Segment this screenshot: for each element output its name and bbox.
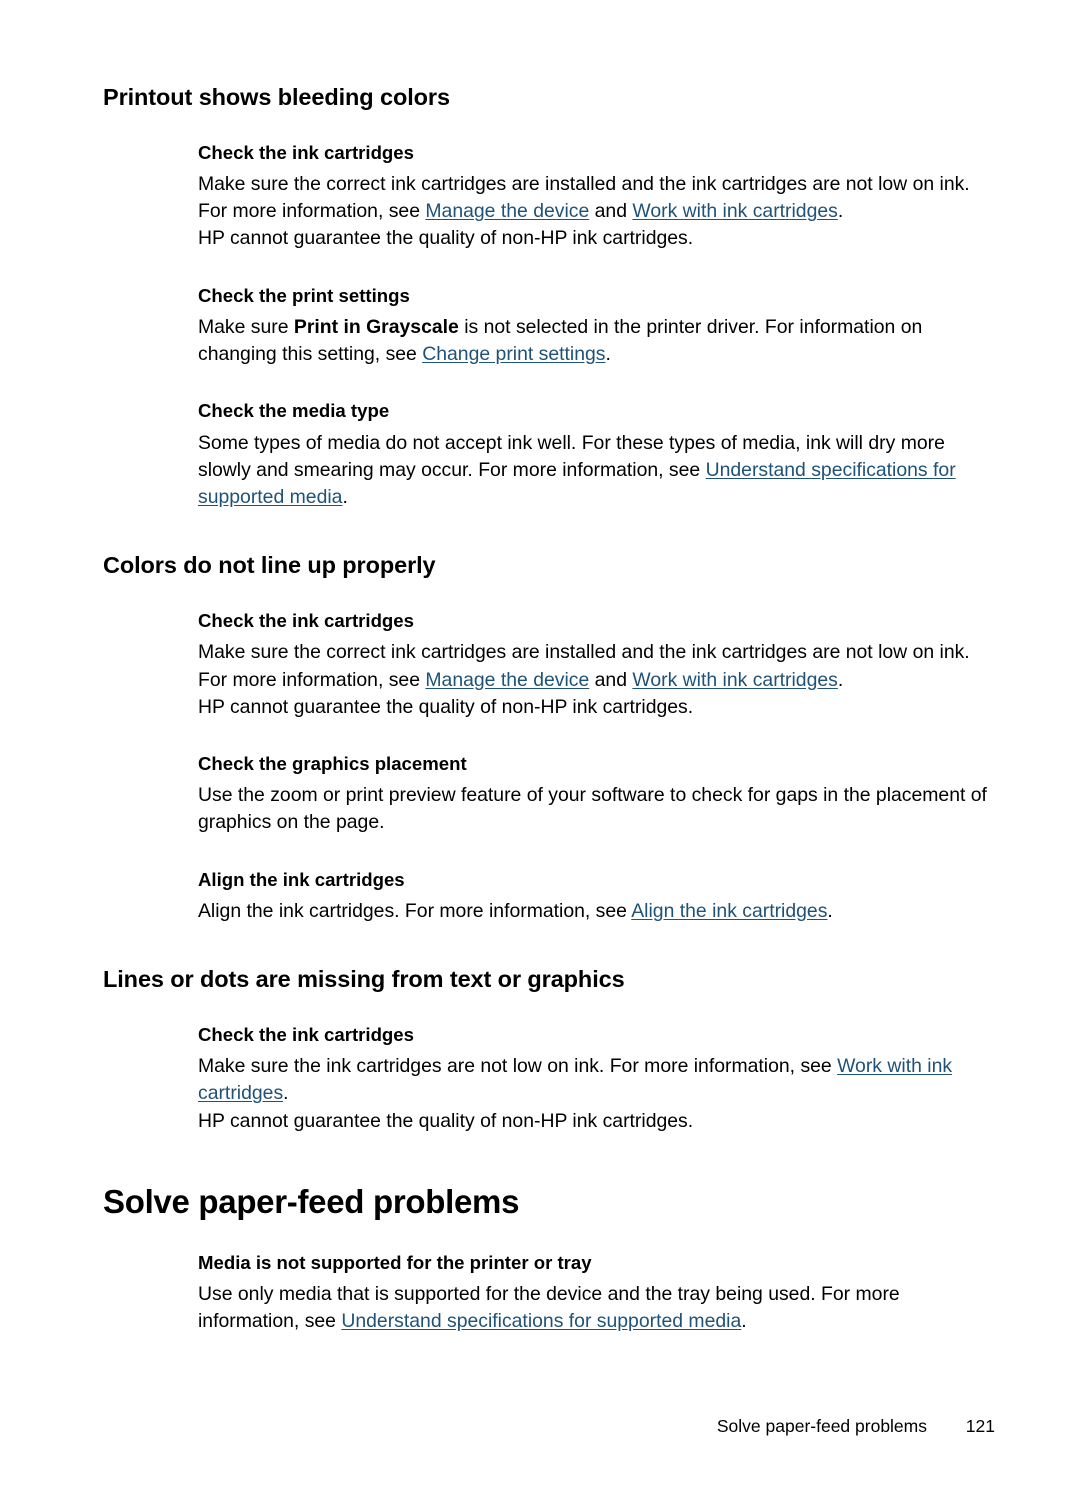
subheading-spacer: [198, 307, 993, 314]
subheading-spacer: [198, 423, 993, 430]
subheading-spacer: [198, 164, 993, 171]
subheading-media-is-not-supported: Media is not supported for the printer o…: [198, 1251, 592, 1273]
paragraph: HP cannot guarantee the quality of non-H…: [198, 225, 993, 252]
text-run: .: [605, 343, 611, 366]
section-body-solve-paper-feed-problems: Media is not supported for the printer o…: [198, 1222, 993, 1336]
text-run: HP cannot guarantee the quality of non-H…: [198, 695, 694, 718]
subheading-spacer: [198, 775, 993, 782]
cross-reference-link[interactable]: Manage the device: [425, 200, 589, 222]
page-footer: Solve paper-feed problems 121: [0, 1416, 1080, 1437]
subheading-check-the-ink-cartridges: Check the ink cartridges: [198, 141, 414, 163]
paragraph: Align the ink cartridges. For more infor…: [198, 898, 993, 925]
paragraph: Some types of media do not accept ink we…: [198, 430, 993, 512]
text-run: .: [342, 486, 348, 509]
subheading-align-the-ink-cartridges: Align the ink cartridges: [198, 868, 405, 890]
text-run: .: [283, 1082, 289, 1105]
document-page: Printout shows bleeding colors Check the …: [0, 0, 1080, 1495]
section-heading-solve-paper-feed-problems: Solve paper-feed problems: [103, 1182, 520, 1220]
paragraph: Use the zoom or print preview feature of…: [198, 782, 993, 836]
section-heading-colors-do-not-line-up-properly: Colors do not line up properly: [103, 552, 436, 579]
footer-page-number: 121: [965, 1416, 995, 1436]
paragraph: Use only media that is supported for the…: [198, 1281, 993, 1335]
section-body-lines-or-dots-are-missing: Check the ink cartridges Make sure the in…: [198, 994, 993, 1135]
cross-reference-link[interactable]: Understand specifications for supported …: [341, 1310, 741, 1332]
text-run: HP cannot guarantee the quality of non-H…: [198, 1109, 694, 1132]
cross-reference-link[interactable]: Work with ink cartridges: [632, 669, 837, 691]
subheading-spacer: [198, 1046, 993, 1053]
subheading-spacer: [198, 632, 993, 639]
text-run: Align the ink cartridges. For more infor…: [198, 899, 632, 922]
subheading-check-the-ink-cartridges-3: Check the ink cartridges: [198, 1023, 414, 1045]
paragraph: HP cannot guarantee the quality of non-H…: [198, 1108, 993, 1135]
footer-section-label: Solve paper-feed problems: [716, 1416, 927, 1436]
paragraph: Make sure the ink cartridges are not low…: [198, 1053, 993, 1107]
text-run: and: [589, 200, 633, 223]
text-run: .: [837, 200, 844, 223]
section-heading-lines-or-dots-are-missing: Lines or dots are missing from text or g…: [103, 966, 625, 993]
text-run: .: [741, 1310, 747, 1333]
cross-reference-link[interactable]: Change print settings: [422, 343, 605, 365]
text-run: HP cannot guarantee the quality of non-H…: [198, 227, 694, 250]
section-body-printout-shows-bleeding-colors: Check the ink cartridges Make sure the co…: [198, 112, 993, 512]
paragraph: Make sure the correct ink cartridges are…: [198, 171, 993, 225]
subheading-check-the-ink-cartridges-2: Check the ink cartridges: [198, 610, 414, 631]
text-run: .: [837, 668, 844, 691]
emphasis-text: Print in Grayscale: [293, 315, 459, 338]
paragraph: Make sure Print in Grayscale is not sele…: [198, 314, 993, 368]
subheading-check-the-print-settings: Check the print settings: [198, 284, 410, 306]
subheading-spacer: [198, 891, 993, 898]
paragraph: Make sure the correct ink cartridges are…: [198, 639, 993, 693]
paragraph: HP cannot guarantee the quality of non-H…: [198, 694, 993, 721]
text-run: Use the zoom or print preview feature of…: [198, 784, 987, 834]
text-run: .: [827, 899, 833, 922]
section-heading-printout-shows-bleeding-colors: Printout shows bleeding colors: [103, 84, 450, 110]
text-run: Make sure the ink cartridges are not low…: [198, 1055, 838, 1078]
text-run: Make sure: [198, 315, 294, 338]
cross-reference-link[interactable]: Work with ink cartridges: [632, 200, 837, 222]
subheading-check-the-media-type: Check the media type: [198, 400, 390, 422]
subheading-spacer: [198, 1274, 993, 1281]
cross-reference-link[interactable]: Manage the device: [425, 669, 589, 691]
page-content: Printout shows bleeding colors Check the …: [103, 84, 993, 1335]
subheading-check-the-graphics-placement: Check the graphics placement: [198, 752, 467, 774]
cross-reference-link[interactable]: Align the ink cartridges: [631, 900, 827, 922]
text-run: and: [589, 668, 633, 691]
section-body-colors-do-not-line-up-properly: Check the ink cartridges Make sure the co…: [198, 580, 993, 925]
